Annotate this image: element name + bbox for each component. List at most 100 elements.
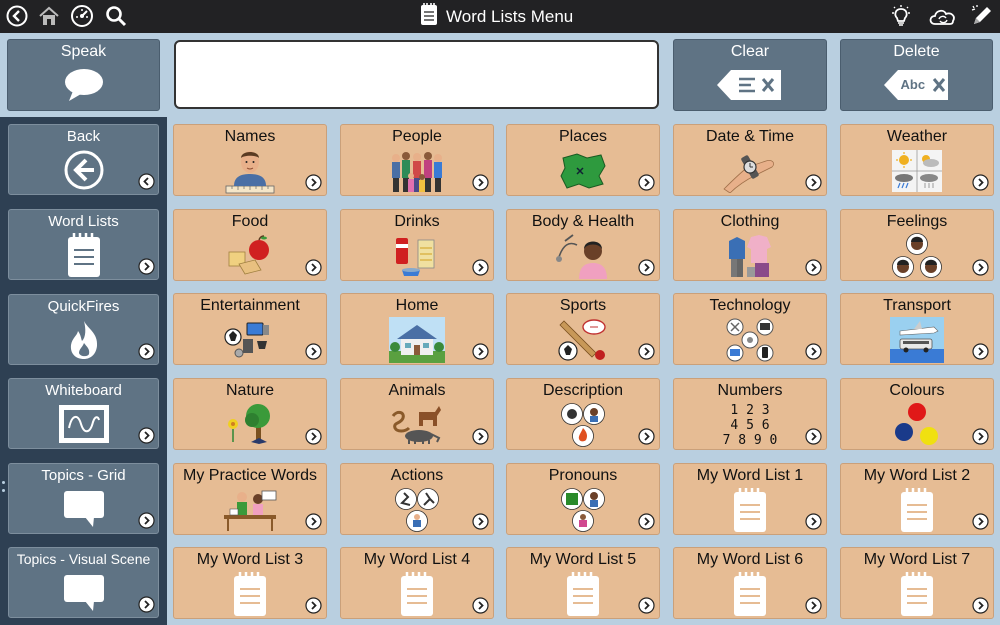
arrow-right-icon [472, 343, 489, 360]
tile-pronouns[interactable]: Pronouns [506, 463, 660, 535]
word-list-grid: Names People Places Date & Time Weather [167, 117, 1000, 625]
small-back-arrow-icon [138, 173, 155, 190]
sidebar-item-label: Whiteboard [45, 382, 122, 399]
arrow-right-icon [972, 513, 989, 530]
search-icon[interactable] [104, 4, 128, 28]
sidebar-item-back[interactable]: Back [8, 124, 159, 195]
delete-label: Delete [893, 43, 940, 60]
tile-label: My Word List 5 [529, 551, 637, 568]
tile-date-time[interactable]: Date & Time [673, 124, 827, 196]
entertainment-icon [174, 316, 326, 364]
tile-label: My Word List 1 [696, 467, 804, 484]
tile-label: People [392, 128, 442, 145]
whiteboard-icon [9, 403, 158, 445]
devices-icon [674, 316, 826, 364]
clear-icon [674, 66, 826, 104]
tile-label: Numbers [717, 382, 783, 399]
tile-body-health[interactable]: Body & Health [506, 209, 660, 281]
house-icon [341, 316, 493, 364]
tile-my-word-list-6[interactable]: My Word List 6 [673, 547, 827, 619]
faces-icon [841, 232, 993, 280]
clothes-icon [674, 232, 826, 280]
tile-label: Pronouns [548, 467, 618, 484]
sidebar-item-word-lists[interactable]: Word Lists [8, 209, 159, 280]
tile-entertainment[interactable]: Entertainment [173, 293, 327, 365]
home-icon[interactable] [37, 4, 61, 28]
tile-label: My Word List 2 [863, 467, 971, 484]
speak-button[interactable]: Speak [7, 39, 160, 111]
page-title-text: Word Lists Menu [446, 6, 574, 26]
dashboard-icon[interactable] [70, 4, 94, 28]
speech-bubble-icon [8, 66, 159, 104]
tile-drinks[interactable]: Drinks [340, 209, 494, 281]
edit-pencil-icon[interactable] [970, 4, 994, 28]
clear-button[interactable]: Clear [673, 39, 827, 111]
message-bar[interactable] [174, 40, 659, 109]
tile-people[interactable]: People [340, 124, 494, 196]
tile-description[interactable]: Description [506, 378, 660, 450]
tile-actions[interactable]: Actions [340, 463, 494, 535]
sidebar-item-topics-grid[interactable]: Topics - Grid [8, 463, 159, 534]
sidebar-item-topics-visual-scene[interactable]: Topics - Visual Scene [8, 547, 159, 618]
sidebar-item-quickfires[interactable]: QuickFires [8, 294, 159, 365]
arrow-right-icon [805, 428, 822, 445]
practice-desk-icon [174, 486, 326, 534]
numbers-row: 7 8 9 0 [722, 432, 778, 448]
message-row: Speak Clear Delete Abc [0, 33, 1000, 117]
pronouns-icon [507, 486, 659, 534]
cloud-sync-icon[interactable] [927, 4, 959, 28]
transport-icon [841, 316, 993, 364]
arrow-right-icon [138, 343, 155, 360]
sidebar-item-whiteboard[interactable]: Whiteboard [8, 378, 159, 449]
arrow-right-icon [472, 259, 489, 276]
delete-button[interactable]: Delete Abc [840, 39, 993, 111]
arrow-right-icon [472, 513, 489, 530]
tile-sports[interactable]: Sports [506, 293, 660, 365]
speech-bubble-icon [9, 572, 158, 614]
flame-icon [9, 319, 158, 361]
animals-icon [341, 401, 493, 449]
lightbulb-icon[interactable] [889, 4, 913, 28]
tile-names[interactable]: Names [173, 124, 327, 196]
tile-label: Entertainment [200, 297, 300, 314]
numbers-row: 4 5 6 [730, 417, 770, 433]
arrow-right-icon [805, 174, 822, 191]
tile-places[interactable]: Places [506, 124, 660, 196]
tile-weather[interactable]: Weather [840, 124, 994, 196]
tile-nature[interactable]: Nature [173, 378, 327, 450]
tile-my-word-list-4[interactable]: My Word List 4 [340, 547, 494, 619]
tile-numbers[interactable]: Numbers 1 2 3 4 5 6 7 8 9 0 [673, 378, 827, 450]
tile-my-word-list-2[interactable]: My Word List 2 [840, 463, 994, 535]
arrow-right-icon [305, 513, 322, 530]
page-indicator [2, 481, 6, 497]
arrow-right-icon [472, 428, 489, 445]
tile-my-word-list-3[interactable]: My Word List 3 [173, 547, 327, 619]
tile-transport[interactable]: Transport [840, 293, 994, 365]
back-circle-icon[interactable] [5, 4, 29, 28]
notepad-icon [674, 486, 826, 534]
colour-dots-icon [841, 401, 993, 449]
tile-label: Animals [388, 382, 446, 399]
speech-bubble-icon [9, 488, 158, 530]
tile-my-practice-words[interactable]: My Practice Words [173, 463, 327, 535]
speak-label: Speak [60, 43, 107, 60]
tile-my-word-list-5[interactable]: My Word List 5 [506, 547, 660, 619]
tile-home[interactable]: Home [340, 293, 494, 365]
arrow-right-icon [138, 427, 155, 444]
tile-feelings[interactable]: Feelings [840, 209, 994, 281]
tile-clothing[interactable]: Clothing [673, 209, 827, 281]
numbers-icon: 1 2 3 4 5 6 7 8 9 0 [674, 401, 826, 449]
tile-my-word-list-7[interactable]: My Word List 7 [840, 547, 994, 619]
tile-food[interactable]: Food [173, 209, 327, 281]
tile-colours[interactable]: Colours [840, 378, 994, 450]
tile-my-word-list-1[interactable]: My Word List 1 [673, 463, 827, 535]
wristwatch-icon [674, 147, 826, 195]
doctor-icon [507, 232, 659, 280]
tile-technology[interactable]: Technology [673, 293, 827, 365]
notepad-icon [841, 570, 993, 618]
tile-animals[interactable]: Animals [340, 378, 494, 450]
arrow-right-icon [638, 513, 655, 530]
notepad-icon [174, 570, 326, 618]
tile-label: Transport [883, 297, 951, 314]
arrow-right-icon [805, 597, 822, 614]
